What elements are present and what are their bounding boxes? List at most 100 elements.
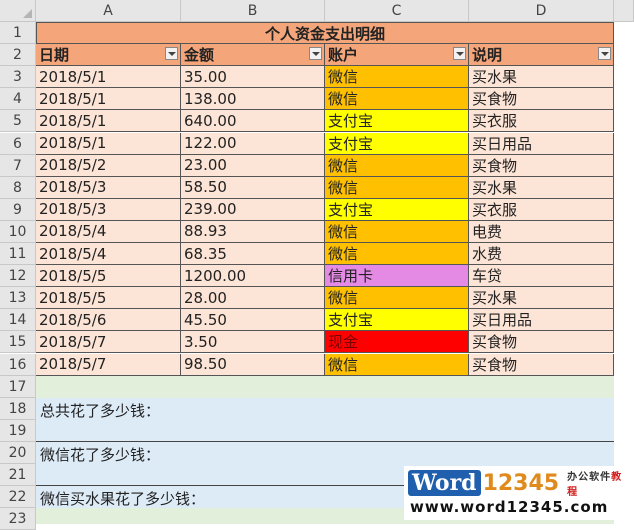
account-cell[interactable]: 微信 bbox=[325, 243, 469, 266]
note-cell[interactable]: 买日用品 bbox=[469, 132, 614, 155]
column-header-d[interactable]: D bbox=[469, 0, 614, 22]
date-cell[interactable]: 2018/5/7 bbox=[36, 331, 181, 354]
column-header-b[interactable]: B bbox=[181, 0, 325, 22]
amount-cell[interactable]: 28.00 bbox=[181, 287, 325, 310]
table-title[interactable]: 个人资金支出明细 bbox=[36, 22, 614, 45]
note-cell[interactable]: 水费 bbox=[469, 243, 614, 266]
amount-cell[interactable]: 1200.00 bbox=[181, 265, 325, 288]
filter-dropdown-icon[interactable] bbox=[598, 47, 611, 61]
account-cell[interactable]: 支付宝 bbox=[325, 198, 469, 221]
account-cell[interactable]: 现金 bbox=[325, 331, 469, 354]
row-header-7[interactable]: 7 bbox=[0, 154, 36, 177]
row-header-20[interactable]: 20 bbox=[0, 441, 36, 464]
date-cell[interactable]: 2018/5/7 bbox=[36, 353, 181, 376]
row-header-12[interactable]: 12 bbox=[0, 265, 36, 288]
row-header-21[interactable]: 21 bbox=[0, 464, 36, 487]
date-cell[interactable]: 2018/5/1 bbox=[36, 110, 181, 133]
row-header-13[interactable]: 13 bbox=[0, 287, 36, 310]
date-cell[interactable]: 2018/5/1 bbox=[36, 132, 181, 155]
row-header-16[interactable]: 16 bbox=[0, 353, 36, 376]
header-cell-a[interactable]: 日期 bbox=[36, 44, 181, 67]
amount-cell[interactable]: 98.50 bbox=[181, 353, 325, 376]
row-header-2[interactable]: 2 bbox=[0, 44, 36, 67]
row-header-23[interactable]: 23 bbox=[0, 508, 36, 530]
date-cell[interactable]: 2018/5/2 bbox=[36, 154, 181, 177]
watermark-logo: Word 12345 办公软件教程 bbox=[408, 469, 630, 498]
account-cell[interactable]: 微信 bbox=[325, 176, 469, 199]
row-header-10[interactable]: 10 bbox=[0, 220, 36, 243]
amount-cell[interactable]: 88.93 bbox=[181, 220, 325, 243]
question-text[interactable]: 总共花了多少钱： bbox=[40, 400, 160, 421]
note-cell[interactable]: 买食物 bbox=[469, 154, 614, 177]
account-cell[interactable]: 支付宝 bbox=[325, 309, 469, 332]
date-cell[interactable]: 2018/5/5 bbox=[36, 265, 181, 288]
account-cell[interactable]: 微信 bbox=[325, 287, 469, 310]
account-cell[interactable]: 支付宝 bbox=[325, 110, 469, 133]
amount-cell[interactable]: 58.50 bbox=[181, 176, 325, 199]
row-header-17[interactable]: 17 bbox=[0, 375, 36, 398]
row-header-19[interactable]: 19 bbox=[0, 419, 36, 442]
watermark-brand-word: Word bbox=[408, 470, 481, 496]
row-header-6[interactable]: 6 bbox=[0, 132, 36, 155]
amount-cell[interactable]: 45.50 bbox=[181, 309, 325, 332]
amount-cell[interactable]: 68.35 bbox=[181, 243, 325, 266]
note-cell[interactable]: 买日用品 bbox=[469, 309, 614, 332]
row-header-22[interactable]: 22 bbox=[0, 486, 36, 509]
note-cell[interactable]: 买水果 bbox=[469, 66, 614, 89]
header-cell-c[interactable]: 账户 bbox=[325, 44, 469, 67]
date-cell[interactable]: 2018/5/4 bbox=[36, 243, 181, 266]
row-header-5[interactable]: 5 bbox=[0, 110, 36, 133]
filter-dropdown-icon[interactable] bbox=[309, 47, 322, 61]
note-cell[interactable]: 买食物 bbox=[469, 331, 614, 354]
row-header-9[interactable]: 9 bbox=[0, 198, 36, 221]
amount-cell[interactable]: 122.00 bbox=[181, 132, 325, 155]
amount-cell[interactable]: 640.00 bbox=[181, 110, 325, 133]
row-header-18[interactable]: 18 bbox=[0, 397, 36, 420]
row-header-11[interactable]: 11 bbox=[0, 243, 36, 266]
amount-cell[interactable]: 35.00 bbox=[181, 66, 325, 89]
account-cell[interactable]: 支付宝 bbox=[325, 132, 469, 155]
note-cell[interactable]: 买水果 bbox=[469, 287, 614, 310]
header-cell-b[interactable]: 金额 bbox=[181, 44, 325, 67]
date-cell[interactable]: 2018/5/1 bbox=[36, 88, 181, 111]
amount-cell[interactable]: 239.00 bbox=[181, 198, 325, 221]
account-cell[interactable]: 微信 bbox=[325, 66, 469, 89]
amount-cell[interactable]: 3.50 bbox=[181, 331, 325, 354]
date-cell[interactable]: 2018/5/3 bbox=[36, 198, 181, 221]
row-header-3[interactable]: 3 bbox=[0, 66, 36, 89]
amount-cell[interactable]: 23.00 bbox=[181, 154, 325, 177]
select-all-corner[interactable] bbox=[0, 0, 36, 22]
row-header-4[interactable]: 4 bbox=[0, 88, 36, 111]
note-cell[interactable]: 买衣服 bbox=[469, 110, 614, 133]
question-text[interactable]: 微信花了多少钱： bbox=[40, 444, 160, 465]
account-cell[interactable]: 微信 bbox=[325, 353, 469, 376]
note-cell[interactable]: 车贷 bbox=[469, 265, 614, 288]
date-cell[interactable]: 2018/5/6 bbox=[36, 309, 181, 332]
row-header-14[interactable]: 14 bbox=[0, 309, 36, 332]
row-header-15[interactable]: 15 bbox=[0, 331, 36, 354]
account-cell[interactable]: 微信 bbox=[325, 88, 469, 111]
account-cell[interactable]: 微信 bbox=[325, 154, 469, 177]
question-text[interactable]: 微信买水果花了多少钱： bbox=[40, 488, 205, 509]
note-cell[interactable]: 买水果 bbox=[469, 176, 614, 199]
date-cell[interactable]: 2018/5/1 bbox=[36, 66, 181, 89]
note-cell[interactable]: 电费 bbox=[469, 220, 614, 243]
answer-separator-line bbox=[36, 440, 614, 442]
filter-dropdown-icon[interactable] bbox=[453, 47, 466, 61]
note-cell[interactable]: 买衣服 bbox=[469, 198, 614, 221]
header-cell-d[interactable]: 说明 bbox=[469, 44, 614, 67]
watermark-url: www.word12345.com bbox=[410, 498, 609, 516]
note-cell[interactable]: 买食物 bbox=[469, 88, 614, 111]
row-header-8[interactable]: 8 bbox=[0, 176, 36, 199]
account-cell[interactable]: 微信 bbox=[325, 220, 469, 243]
row-header-1[interactable]: 1 bbox=[0, 22, 36, 45]
amount-cell[interactable]: 138.00 bbox=[181, 88, 325, 111]
note-cell[interactable]: 买食物 bbox=[469, 353, 614, 376]
date-cell[interactable]: 2018/5/3 bbox=[36, 176, 181, 199]
account-cell[interactable]: 信用卡 bbox=[325, 265, 469, 288]
column-header-c[interactable]: C bbox=[325, 0, 469, 22]
date-cell[interactable]: 2018/5/5 bbox=[36, 287, 181, 310]
column-header-a[interactable]: A bbox=[36, 0, 181, 22]
filter-dropdown-icon[interactable] bbox=[165, 47, 178, 61]
date-cell[interactable]: 2018/5/4 bbox=[36, 220, 181, 243]
